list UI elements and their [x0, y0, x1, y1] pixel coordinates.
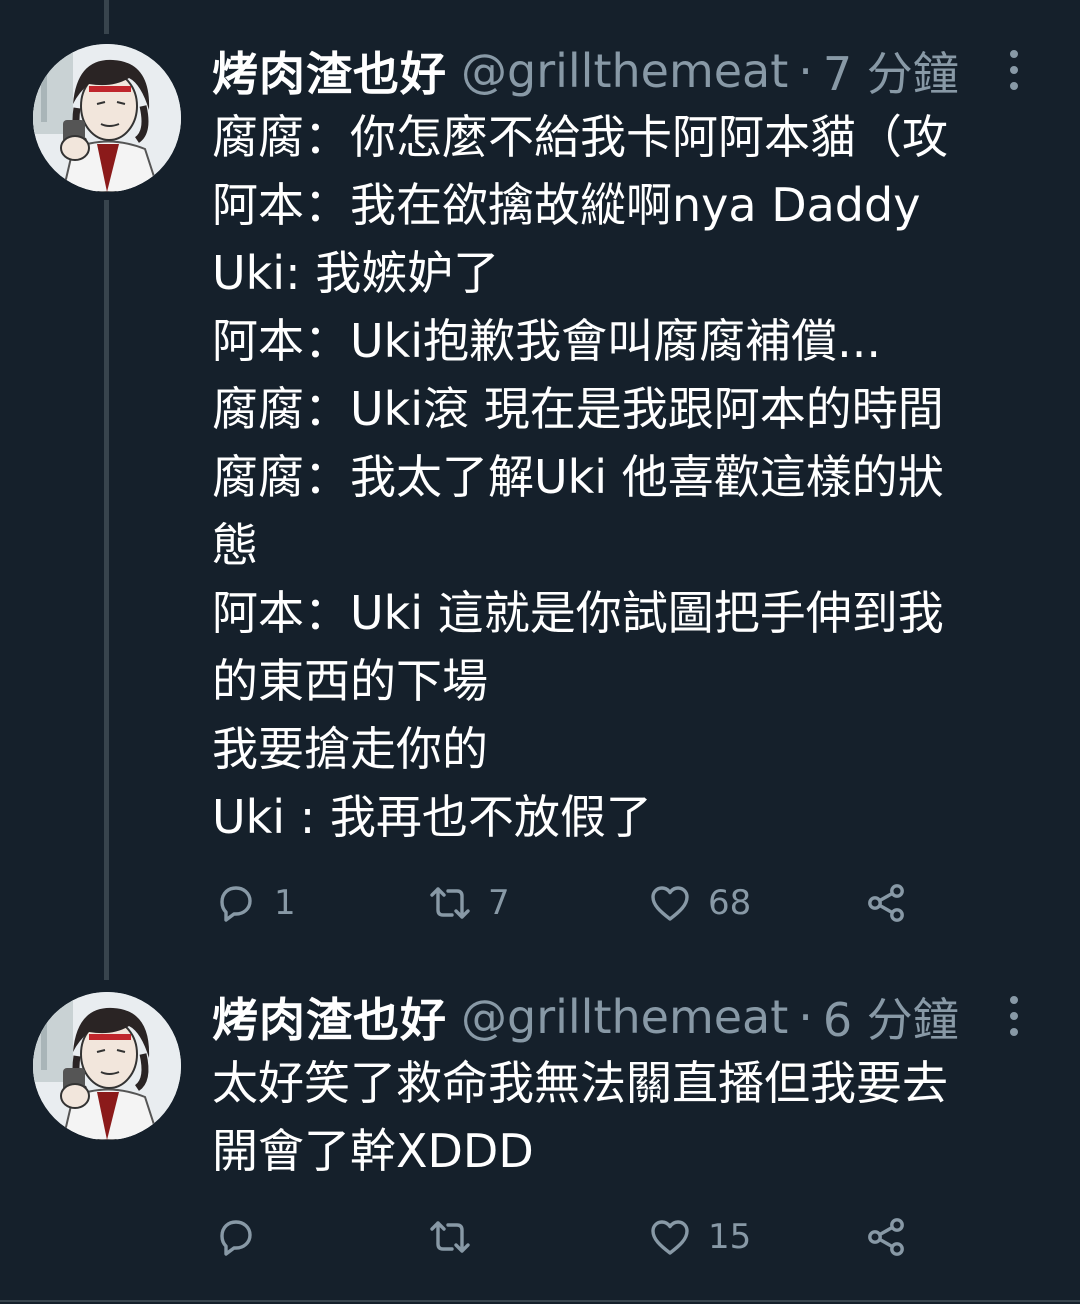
reply-button[interactable]: 1	[212, 875, 296, 931]
tweet-header: 烤肉渣也好 @grillthemeat · 6 分鐘	[212, 982, 1060, 1052]
retweet-button[interactable]	[426, 1209, 488, 1265]
thread-line	[104, 200, 109, 980]
share-button[interactable]	[862, 1209, 910, 1265]
tweet-text-line: 太好笑了救命我無法關直播但我要去	[212, 1056, 948, 1110]
retweet-icon	[430, 1221, 470, 1253]
tweet[interactable]: 烤肉渣也好 @grillthemeat · 7 分鐘 腐腐：你怎麼不給我卡阿阿本…	[0, 0, 1080, 980]
tweet[interactable]: 烤肉渣也好 @grillthemeat · 6 分鐘 太好笑了救命我無法關直播但…	[0, 975, 1080, 1304]
tweet-text: 太好笑了救命我無法關直播但我要去 開會了幹XDDD	[212, 1049, 1050, 1185]
tweet-text-line: 腐腐：我太了解Uki 他喜歡這樣的狀	[212, 450, 944, 504]
like-count: 68	[708, 883, 752, 923]
timestamp[interactable]: 7 分鐘	[823, 38, 959, 104]
tweet-text-line: 的東西的下場	[212, 654, 488, 708]
avatar[interactable]	[33, 44, 181, 192]
tweet-actions: 1 7 68	[212, 875, 932, 931]
heart-icon	[651, 886, 689, 921]
share-icon	[868, 1218, 904, 1256]
heart-icon	[651, 1220, 689, 1255]
retweet-count: 7	[488, 883, 510, 923]
avatar[interactable]	[33, 992, 181, 1140]
tweet-text-line: Uki : 我再也不放假了	[212, 790, 652, 844]
tweet-header: 烤肉渣也好 @grillthemeat · 7 分鐘	[212, 36, 1060, 106]
display-name[interactable]: 烤肉渣也好	[212, 984, 447, 1050]
share-icon	[868, 884, 904, 922]
more-vertical-icon[interactable]	[1004, 996, 1024, 1036]
reply-count: 1	[274, 883, 296, 923]
share-button[interactable]	[862, 875, 910, 931]
like-button[interactable]: 15	[646, 1209, 751, 1265]
tweet-text-line: 阿本：我在欲擒故縱啊nya Daddy	[212, 178, 921, 232]
tweet-text-line: 阿本：Uki抱歉我會叫腐腐補償...	[212, 314, 881, 368]
display-name[interactable]: 烤肉渣也好	[212, 38, 447, 104]
reply-icon	[220, 886, 252, 922]
tweet-text-line: Uki: 我嫉妒了	[212, 246, 500, 300]
handle[interactable]: @grillthemeat	[461, 990, 788, 1044]
timestamp[interactable]: 6 分鐘	[823, 984, 959, 1050]
separator: ·	[798, 44, 813, 98]
like-count: 15	[708, 1217, 752, 1257]
like-button[interactable]: 68	[646, 875, 751, 931]
divider	[0, 1300, 1080, 1302]
more-vertical-icon[interactable]	[1004, 50, 1024, 90]
tweet-actions: 15	[212, 1209, 932, 1265]
tweet-text-line: 腐腐：你怎麼不給我卡阿阿本貓（攻	[212, 110, 948, 164]
separator: ·	[798, 990, 813, 1044]
avatar-illustration-icon	[33, 992, 181, 1140]
tweet-text-line: 開會了幹XDDD	[212, 1124, 534, 1178]
tweet-text-line: 腐腐：Uki滾 現在是我跟阿本的時間	[212, 382, 944, 436]
retweet-icon	[430, 887, 470, 919]
reply-icon	[220, 1220, 252, 1256]
avatar-illustration-icon	[33, 44, 181, 192]
handle[interactable]: @grillthemeat	[461, 44, 788, 98]
tweet-text-line: 態	[212, 518, 258, 572]
retweet-button[interactable]: 7	[426, 875, 510, 931]
reply-button[interactable]	[212, 1209, 274, 1265]
thread-line	[104, 0, 109, 34]
tweet-text-line: 阿本：Uki 這就是你試圖把手伸到我	[212, 586, 944, 640]
tweet-text-line: 我要搶走你的	[212, 722, 488, 776]
tweet-text: 腐腐：你怎麼不給我卡阿阿本貓（攻 阿本：我在欲擒故縱啊nya Daddy Uki…	[212, 103, 1050, 851]
